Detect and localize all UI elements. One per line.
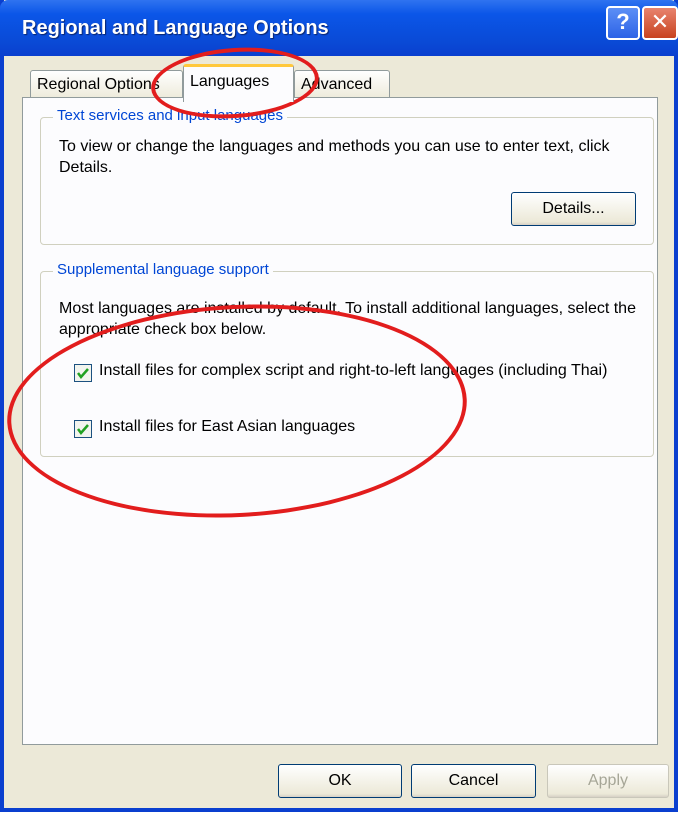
east-asian-checkbox[interactable]: [74, 420, 92, 438]
title-bar[interactable]: Regional and Language Options ? ✕: [0, 0, 678, 56]
supplemental-group: Supplemental language support Most langu…: [40, 261, 654, 457]
complex-script-checkbox[interactable]: [74, 364, 92, 382]
supplemental-legend: Supplemental language support: [53, 261, 273, 278]
check-mark-icon: [77, 424, 89, 435]
tab-regional-options[interactable]: Regional Options: [30, 70, 183, 100]
complex-script-label[interactable]: Install files for complex script and rig…: [99, 360, 639, 381]
apply-button: Apply: [547, 764, 669, 798]
help-button[interactable]: ?: [606, 6, 640, 40]
tab-languages[interactable]: Languages: [183, 64, 294, 102]
supplemental-description: Most languages are installed by default.…: [59, 300, 636, 338]
text-services-description: To view or change the languages and meth…: [59, 138, 610, 176]
window-title: Regional and Language Options: [22, 17, 329, 39]
ok-button[interactable]: OK: [278, 764, 402, 798]
check-mark-icon: [77, 368, 89, 379]
close-button[interactable]: ✕: [642, 6, 678, 40]
cancel-button[interactable]: Cancel: [411, 764, 536, 798]
help-icon: ?: [616, 9, 630, 34]
details-button[interactable]: Details...: [511, 192, 636, 226]
text-services-legend: Text services and input languages: [53, 107, 287, 124]
east-asian-label[interactable]: Install files for East Asian languages: [99, 416, 639, 437]
close-icon: ✕: [650, 9, 670, 34]
tab-advanced[interactable]: Advanced: [294, 70, 390, 100]
